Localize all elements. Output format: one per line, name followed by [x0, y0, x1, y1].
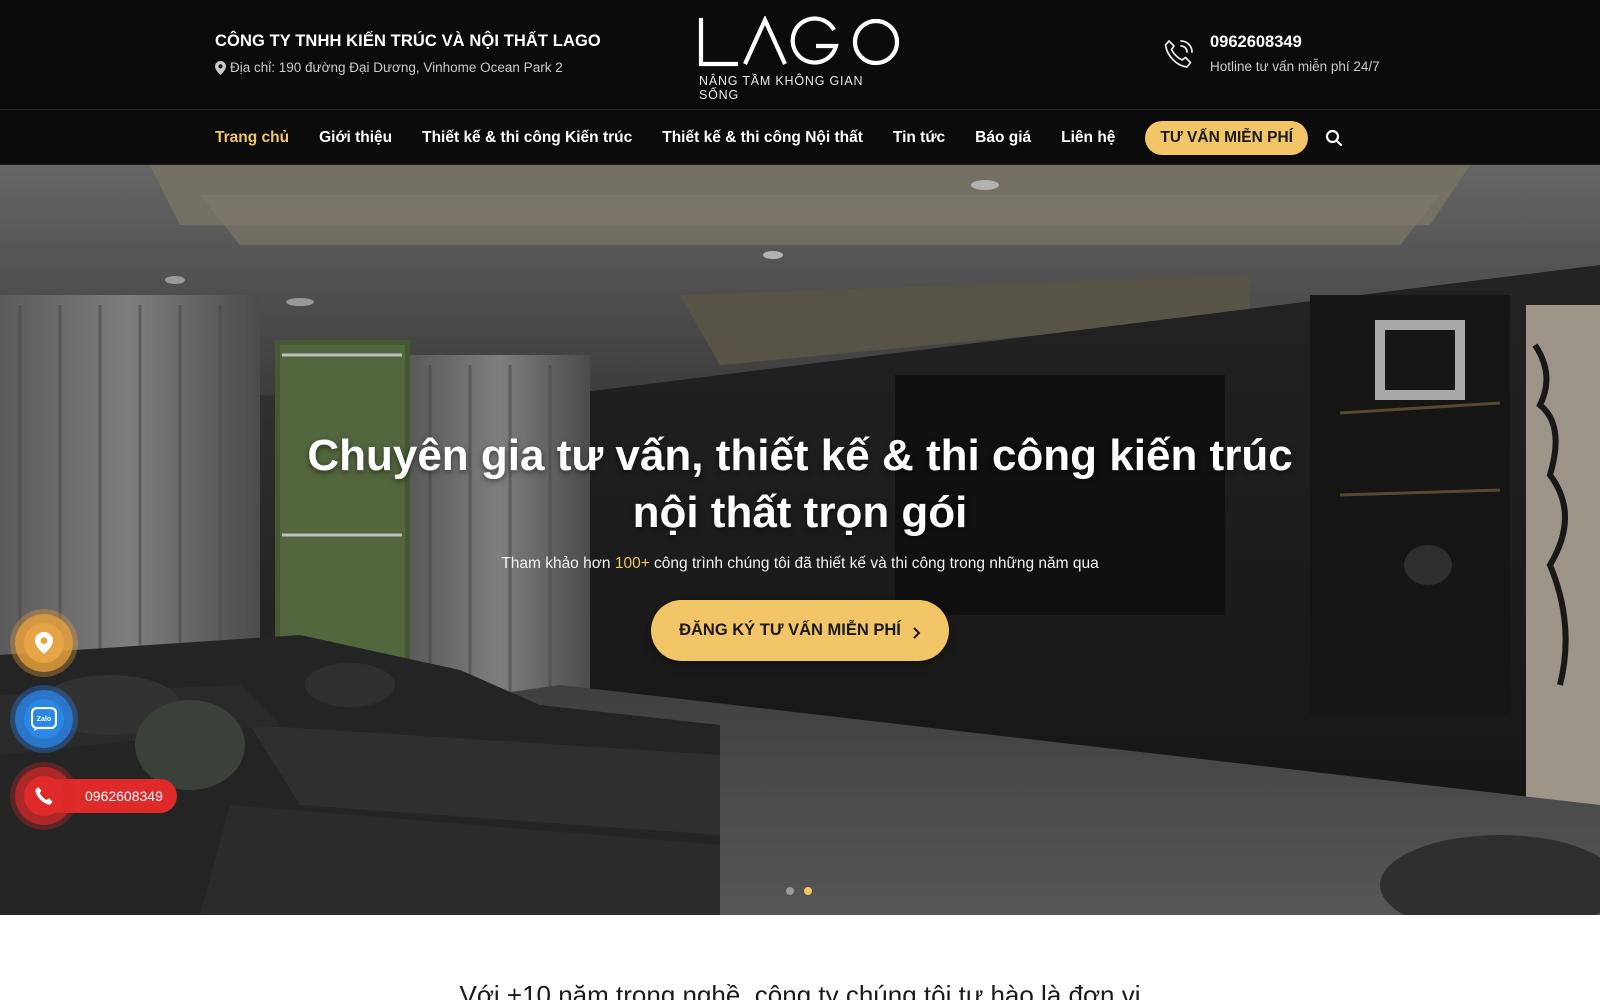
zalo-icon: Zalo — [31, 707, 57, 731]
slider-dot-2[interactable] — [804, 887, 812, 895]
nav-item-interior[interactable]: Thiết kế & thi công Nội thất — [662, 129, 863, 147]
floating-zalo-button[interactable]: Zalo — [15, 690, 73, 748]
main-nav: Trang chủ Giới thiệu Thiết kế & thi công… — [0, 110, 1600, 165]
register-consult-label: ĐĂNG KÝ TƯ VẤN MIỄN PHÍ — [679, 621, 901, 639]
free-consult-button[interactable]: TƯ VẤN MIỄN PHÍ — [1145, 120, 1308, 155]
slider-dots — [786, 887, 812, 895]
nav-item-contact[interactable]: Liên hệ — [1061, 129, 1115, 147]
hero-subtitle: Tham khảo hơn 100+ công trình chúng tôi … — [0, 555, 1600, 573]
nav-item-news[interactable]: Tin tức — [893, 129, 945, 147]
floating-map-button[interactable] — [15, 614, 73, 672]
hotline-text: 0962608349 Hotline tư vấn miễn phí 24/7 — [1210, 33, 1380, 74]
search-icon[interactable] — [1325, 129, 1343, 147]
hotline-number[interactable]: 0962608349 — [1210, 33, 1380, 52]
location-pin-icon — [215, 60, 226, 75]
floating-call-circle — [15, 767, 73, 825]
top-header: CÔNG TY TNHH KIẾN TRÚC VÀ NỘI THẤT LAGO … — [0, 0, 1600, 110]
hero-title: Chuyên gia tư vấn, thiết kế & thi công k… — [0, 427, 1600, 541]
address-text: Địa chỉ: 190 đường Đại Dương, Vinhome Oc… — [230, 60, 563, 75]
floating-call-inner — [24, 776, 64, 816]
company-info: CÔNG TY TNHH KIẾN TRÚC VÀ NỘI THẤT LAGO … — [215, 32, 601, 75]
hero-title-line-2: nội thất trọn gói — [632, 488, 968, 537]
hero-slider: Chuyên gia tư vấn, thiết kế & thi công k… — [0, 165, 1600, 915]
nav-item-architecture[interactable]: Thiết kế & thi công Kiến trúc — [422, 129, 632, 147]
chevron-right-icon — [913, 625, 921, 638]
company-name: CÔNG TY TNHH KIẾN TRÚC VÀ NỘI THẤT LAGO — [215, 32, 601, 50]
floating-map-inner — [24, 623, 64, 663]
floating-call-button[interactable]: 0962608349 — [15, 767, 177, 825]
register-consult-button[interactable]: ĐĂNG KÝ TƯ VẤN MIỄN PHÍ — [651, 600, 949, 661]
logo-wordmark — [698, 16, 900, 67]
company-address: Địa chỉ: 190 đường Đại Dương, Vinhome Oc… — [215, 60, 601, 75]
phone-icon — [35, 787, 53, 805]
hero-subtitle-before: Tham khảo hơn — [501, 555, 615, 572]
zalo-label: Zalo — [37, 716, 51, 723]
nav-item-home[interactable]: Trang chủ — [215, 129, 289, 147]
lago-logo[interactable]: NÂNG TẦM KHÔNG GIAN SỐNG — [698, 16, 903, 102]
hero-subtitle-highlight: 100+ — [614, 555, 650, 572]
phone-ring-icon — [1162, 37, 1196, 71]
nav-item-about[interactable]: Giới thiệu — [319, 129, 392, 147]
floating-zalo-inner: Zalo — [24, 699, 64, 739]
nav-item-pricing[interactable]: Báo giá — [975, 129, 1031, 147]
logo-tagline: NÂNG TẦM KHÔNG GIAN SỐNG — [699, 74, 864, 102]
slider-dot-1[interactable] — [786, 887, 794, 895]
hotline[interactable]: 0962608349 Hotline tư vấn miễn phí 24/7 — [1162, 33, 1380, 74]
hotline-subtitle: Hotline tư vấn miễn phí 24/7 — [1210, 59, 1380, 74]
intro-heading: Với +10 năm trong nghề, công ty chúng tô… — [459, 980, 1141, 1000]
nav-items: Trang chủ Giới thiệu Thiết kế & thi công… — [215, 110, 1343, 165]
hero-title-line-1: Chuyên gia tư vấn, thiết kế & thi công k… — [307, 431, 1293, 480]
hero-subtitle-after: công trình chúng tôi đã thiết kế và thi … — [649, 555, 1099, 572]
location-pin-icon — [35, 632, 53, 654]
